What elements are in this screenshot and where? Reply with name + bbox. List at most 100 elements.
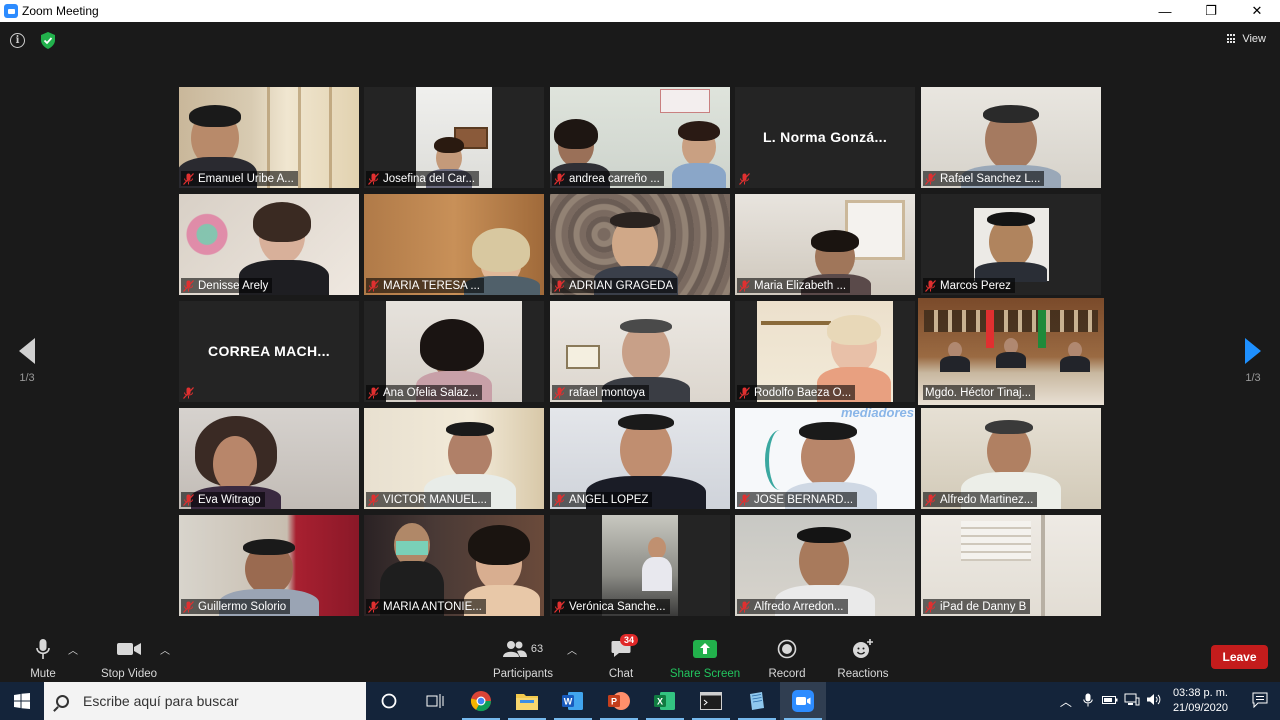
record-icon bbox=[777, 639, 797, 659]
video-tile[interactable]: Marcos Perez bbox=[921, 194, 1101, 295]
chat-button[interactable]: 34 Chat bbox=[604, 634, 639, 680]
zoom-icon bbox=[792, 690, 814, 712]
restore-button[interactable]: ❐ bbox=[1188, 0, 1234, 22]
taskbar-clock[interactable]: 03:38 p. m. 21/09/2020 bbox=[1173, 686, 1228, 716]
terminal-taskbar-app[interactable] bbox=[688, 682, 734, 720]
mute-button[interactable]: Mute bbox=[22, 638, 64, 680]
video-tile[interactable]: Rodolfo Baeza O... bbox=[735, 301, 915, 402]
page-indicator-left: 1/3 bbox=[19, 372, 35, 384]
close-button[interactable]: ✕ bbox=[1234, 0, 1280, 22]
taskbar-search-box[interactable]: Escribe aquí para buscar bbox=[44, 682, 366, 720]
show-hidden-icons-chevron-icon[interactable]: ︿ bbox=[1055, 693, 1077, 710]
active-speaker-tile[interactable]: Mgdo. Héctor Tinaj... bbox=[918, 298, 1104, 405]
video-tile[interactable]: mediadores JOSE BERNARD... bbox=[735, 408, 915, 509]
video-tile[interactable]: Josefina del Car... bbox=[364, 87, 544, 188]
video-tile[interactable]: Maria Elizabeth ... bbox=[735, 194, 915, 295]
word-icon: W bbox=[562, 692, 583, 710]
share-screen-icon bbox=[693, 640, 717, 658]
battery-plug-icon[interactable] bbox=[1099, 694, 1121, 709]
video-tile[interactable]: VICTOR MANUEL... bbox=[364, 408, 544, 509]
participant-name: andrea carreño ... bbox=[569, 172, 660, 185]
file-explorer-taskbar-app[interactable] bbox=[504, 682, 550, 720]
next-page-button[interactable]: 1/3 bbox=[1238, 338, 1268, 384]
participants-icon bbox=[502, 641, 527, 657]
record-button[interactable]: Record bbox=[766, 638, 808, 680]
minimize-button[interactable]: — bbox=[1142, 0, 1188, 22]
video-tile[interactable]: Rafael Sanchez L... bbox=[921, 87, 1101, 188]
participant-name: Mgdo. Héctor Tinaj... bbox=[925, 386, 1032, 399]
video-tile[interactable]: MARIA ANTONIE... bbox=[364, 515, 544, 616]
view-button[interactable]: View bbox=[1227, 33, 1266, 45]
system-tray: ︿ 03:38 p. m. 21/09/2020 bbox=[1055, 682, 1280, 720]
mic-muted-icon bbox=[739, 600, 750, 613]
mic-muted-icon bbox=[925, 172, 936, 185]
cortana-button[interactable] bbox=[366, 682, 412, 720]
stop-video-label: Stop Video bbox=[100, 668, 158, 680]
svg-text:X: X bbox=[657, 697, 663, 707]
video-tile[interactable]: Eva Witrago bbox=[179, 408, 359, 509]
start-button[interactable] bbox=[0, 682, 44, 720]
video-tile[interactable]: MARIA TERESA ... bbox=[364, 194, 544, 295]
participant-name: Josefina del Car... bbox=[383, 172, 476, 185]
video-tile[interactable]: Denisse Arely bbox=[179, 194, 359, 295]
windows-taskbar: Escribe aquí para buscar W P X ︿ 03:38 p… bbox=[0, 682, 1280, 720]
volume-icon[interactable] bbox=[1143, 693, 1165, 709]
reactions-smiley-icon bbox=[853, 639, 873, 658]
participants-button[interactable]: 63 Participants bbox=[490, 638, 556, 680]
video-tile[interactable]: CORREA MACH... bbox=[179, 301, 359, 402]
encryption-shield-icon[interactable] bbox=[40, 32, 56, 49]
participant-name: MARIA TERESA ... bbox=[383, 279, 480, 292]
leave-meeting-button[interactable]: Leave bbox=[1211, 645, 1268, 669]
meeting-info-icon[interactable]: i bbox=[10, 33, 25, 48]
video-tile[interactable]: rafael montoya bbox=[550, 301, 730, 402]
action-center-button[interactable] bbox=[1240, 692, 1280, 711]
word-taskbar-app[interactable]: W bbox=[550, 682, 596, 720]
participant-name: JOSE BERNARD... bbox=[754, 493, 854, 506]
video-tile[interactable]: Alfredo Arredon... bbox=[735, 515, 915, 616]
arrow-left-icon bbox=[19, 338, 35, 364]
audio-options-caret-icon[interactable]: ︿ bbox=[68, 642, 78, 657]
mic-muted-icon bbox=[739, 279, 750, 292]
page-indicator-right: 1/3 bbox=[1245, 372, 1261, 384]
powerpoint-taskbar-app[interactable]: P bbox=[596, 682, 642, 720]
mic-muted-icon bbox=[739, 172, 750, 185]
microphone-tray-icon[interactable] bbox=[1077, 693, 1099, 710]
folder-icon bbox=[516, 694, 538, 710]
reactions-button[interactable]: Reactions bbox=[836, 638, 890, 680]
background-watermark-text: mediadores bbox=[841, 408, 914, 420]
mic-muted-icon bbox=[554, 172, 565, 185]
video-tile[interactable]: Emanuel Uribe A... bbox=[179, 87, 359, 188]
network-icon[interactable] bbox=[1121, 693, 1143, 709]
video-tile[interactable]: ANGEL LOPEZ bbox=[550, 408, 730, 509]
stop-video-button[interactable]: Stop Video bbox=[98, 638, 160, 680]
mic-muted-icon bbox=[368, 386, 379, 399]
clock-time: 03:38 p. m. bbox=[1172, 687, 1228, 699]
mic-muted-icon bbox=[554, 386, 565, 399]
video-tile[interactable]: ADRIAN GRAGEDA bbox=[550, 194, 730, 295]
video-tile[interactable]: Ana Ofelia Salaz... bbox=[364, 301, 544, 402]
video-tile[interactable]: L. Norma Gonzá... bbox=[735, 87, 915, 188]
share-screen-button[interactable]: Share Screen bbox=[668, 638, 742, 680]
video-tile[interactable]: andrea carreño ... bbox=[550, 87, 730, 188]
video-tile[interactable]: Alfredo Martinez... bbox=[921, 408, 1101, 509]
participants-options-caret-icon[interactable]: ︿ bbox=[567, 642, 577, 657]
video-options-caret-icon[interactable]: ︿ bbox=[160, 642, 170, 657]
task-view-button[interactable] bbox=[412, 682, 458, 720]
participant-name: ANGEL LOPEZ bbox=[569, 493, 649, 506]
powerpoint-icon: P bbox=[608, 692, 630, 710]
video-tile[interactable]: iPad de Danny B bbox=[921, 515, 1101, 616]
zoom-taskbar-app[interactable] bbox=[780, 682, 826, 720]
video-tile[interactable]: Guillermo Solorio bbox=[179, 515, 359, 616]
video-camera-icon bbox=[117, 643, 141, 655]
mic-muted-icon bbox=[925, 600, 936, 613]
reactions-label: Reactions bbox=[837, 668, 889, 680]
video-tile[interactable]: Verónica Sanche... bbox=[550, 515, 730, 616]
participant-name: Rodolfo Baeza O... bbox=[754, 386, 852, 399]
notes-taskbar-app[interactable] bbox=[734, 682, 780, 720]
excel-taskbar-app[interactable]: X bbox=[642, 682, 688, 720]
participant-name: Eva Witrago bbox=[198, 493, 261, 506]
previous-page-button[interactable]: 1/3 bbox=[12, 338, 42, 384]
microphone-icon bbox=[36, 639, 50, 659]
notepad-icon bbox=[750, 692, 764, 710]
chrome-taskbar-app[interactable] bbox=[458, 682, 504, 720]
